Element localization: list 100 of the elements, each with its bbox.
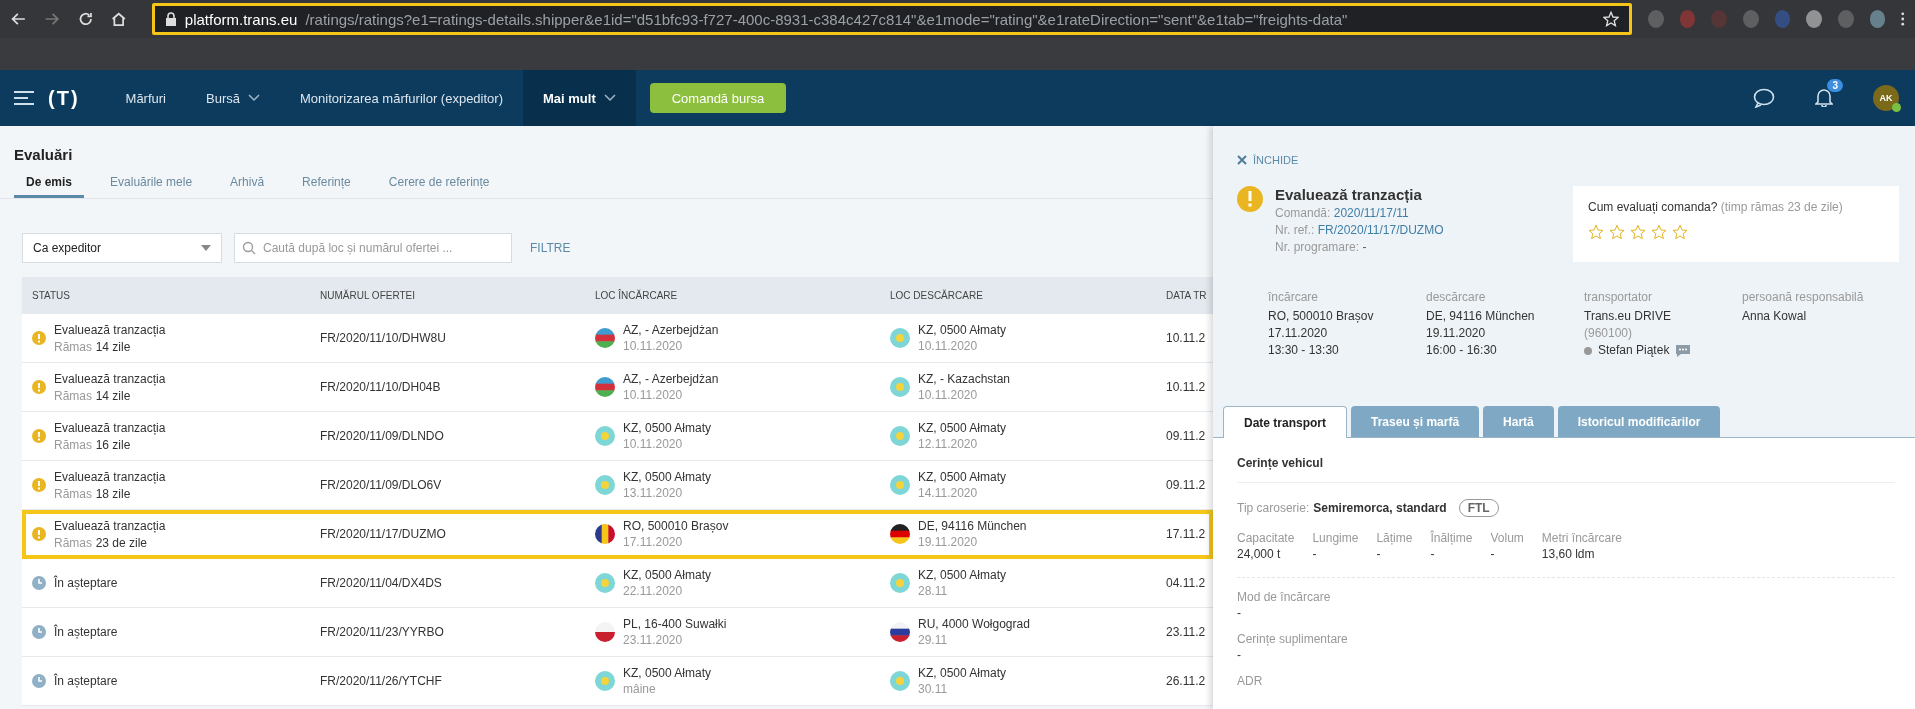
kebab-menu-icon[interactable] bbox=[1901, 11, 1905, 27]
star-icon[interactable] bbox=[1602, 11, 1619, 27]
nav-item[interactable]: Bursă bbox=[186, 70, 280, 126]
table-row[interactable]: Evaluează tranzacția Rămas 18 zile FR/2020/11/09/DLO6V KZ, 0500 Ałmaty 13.11.2020 KZ, 0500 Ałmaty 14.11.2020 09.11.2 bbox=[22, 461, 1213, 510]
place-text: RO, 500010 Brașov bbox=[623, 519, 729, 533]
detail-value: 16:00 - 16:30 bbox=[1426, 342, 1498, 359]
date-text: 09.11.2 bbox=[1166, 429, 1206, 443]
column-header[interactable]: NUMĂRUL OFERTEI bbox=[310, 290, 585, 301]
extension-icon[interactable] bbox=[1647, 10, 1664, 28]
logo[interactable]: (T) bbox=[48, 86, 80, 110]
panel-title: Evaluează tranzacția bbox=[1275, 186, 1423, 203]
extension-icon[interactable] bbox=[1742, 10, 1759, 28]
remaining-time: 18 zile bbox=[95, 486, 131, 501]
star-icon[interactable] bbox=[1588, 224, 1604, 240]
search-field[interactable]: Caută după loc și numărul ofertei ... bbox=[234, 233, 512, 263]
nav-item[interactable]: Mai mult bbox=[523, 70, 636, 126]
warning-icon bbox=[32, 478, 46, 492]
ref-link[interactable]: FR/2020/11/17/DUZMO bbox=[1317, 223, 1444, 237]
date-text: 10.11.2020 bbox=[623, 339, 684, 353]
flag-icon bbox=[595, 377, 615, 397]
ref-label: Nr. programare: bbox=[1275, 240, 1360, 254]
date-text: 23.11.2020 bbox=[623, 633, 684, 647]
date-text: 10.11.2020 bbox=[918, 388, 979, 402]
offer-number: FR/2020/11/09/DLNDO bbox=[320, 429, 444, 443]
detail-value: Anna Kowal bbox=[1742, 308, 1808, 325]
date-text: 09.11.2 bbox=[1166, 478, 1206, 492]
date-text: 10.11.2020 bbox=[623, 388, 684, 402]
lock-icon bbox=[164, 12, 177, 26]
date-text: 10.11.2 bbox=[1166, 380, 1206, 394]
date-text: 30.11 bbox=[918, 682, 949, 696]
menu-icon[interactable] bbox=[14, 91, 34, 105]
clock-icon bbox=[32, 625, 46, 639]
tab[interactable]: Cerere de referințe bbox=[376, 175, 502, 198]
detail-label: transportator bbox=[1584, 290, 1654, 304]
table-row[interactable]: Evaluează tranzacția Rămas 16 zile FR/2020/11/09/DLNDO KZ, 0500 Ałmaty 10.11.2020 KZ, 0500 Ałmaty 12.11.2020 09.11.2 bbox=[22, 412, 1213, 461]
table-row[interactable]: În așteptare FR/2020/11/26/YTCHF KZ, 0500 Ałmaty mâine KZ, 0500 Ałmaty 30.11 26.11.2 bbox=[22, 657, 1213, 706]
panel-tab[interactable]: Date transport bbox=[1223, 406, 1347, 438]
star-icon[interactable] bbox=[1672, 224, 1688, 240]
place-text: PL, 16-400 Suwałki bbox=[623, 617, 727, 631]
ref-label: Nr. ref.: bbox=[1275, 223, 1315, 237]
place-text: KZ, 0500 Ałmaty bbox=[623, 568, 712, 582]
column-header[interactable]: LOC DESCĂRCARE bbox=[880, 290, 1156, 301]
message-icon[interactable] bbox=[1675, 343, 1692, 358]
offer-number: FR/2020/11/10/DHW8U bbox=[320, 331, 446, 345]
table-row[interactable]: Evaluează tranzacția Rămas 14 zile FR/2020/11/10/DHW8U AZ, - Azerbejdżan 10.11.2020 KZ, 0500 Ałmaty 10.11.2020 10.11.2 bbox=[22, 314, 1213, 363]
table-row[interactable]: În așteptare FR/2020/11/04/DX4DS KZ, 0500 Ałmaty 22.11.2020 KZ, 0500 Ałmaty 28.11 04.11.2 bbox=[22, 559, 1213, 608]
remaining-time: 23 de zile bbox=[95, 535, 147, 550]
address-bar[interactable]: platform.trans.eu /ratings/ratings?e1=ratings-details.shipper&e1id="d51bfc93-f727-400c-8931-c384c427c814"&e1mode="rating"&e1rateDirection="sent"&e1tab="freights-data" bbox=[151, 3, 1632, 35]
offer-number: FR/2020/11/09/DLO6V bbox=[320, 478, 442, 492]
field-value: - bbox=[1237, 606, 1242, 620]
remaining-label: Rămas bbox=[54, 388, 92, 403]
detail-label: persoană responsabilă bbox=[1742, 290, 1865, 304]
nav-item[interactable]: Mărfuri bbox=[105, 70, 186, 126]
extension-icon[interactable] bbox=[1838, 10, 1854, 28]
bell-icon[interactable] bbox=[1815, 86, 1833, 107]
place-text: KZ, 0500 Ałmaty bbox=[918, 666, 1007, 680]
rating-hint: (timp rămas 23 de zile) bbox=[1720, 200, 1843, 214]
star-icon[interactable] bbox=[1609, 224, 1625, 240]
star-icon[interactable] bbox=[1630, 224, 1646, 240]
table-row[interactable]: Evaluează tranzacția Rămas 14 zile FR/2020/11/10/DH04B AZ, - Azerbejdżan 10.11.2020 KZ, - Kazachstan 10.11.2020 10.11.2 bbox=[22, 363, 1213, 412]
extension-icon[interactable] bbox=[1806, 10, 1823, 28]
column-header[interactable]: DATA TR bbox=[1156, 290, 1213, 301]
spec-label: Înălțime bbox=[1430, 531, 1473, 545]
flag-icon bbox=[595, 328, 615, 348]
place-text: KZ, 0500 Ałmaty bbox=[918, 470, 1007, 484]
tab[interactable]: Evaluările mele bbox=[98, 175, 205, 198]
chat-icon[interactable] bbox=[1753, 88, 1775, 108]
remaining-label: Rămas bbox=[54, 339, 92, 354]
flag-icon bbox=[890, 328, 910, 348]
tab[interactable]: Arhivă bbox=[218, 175, 277, 198]
place-text: KZ, - Kazachstan bbox=[918, 372, 1011, 386]
table-row[interactable]: În așteptare FR/2020/11/23/YYRBO PL, 16-400 Suwałki 23.11.2020 RU, 4000 Wołgograd 29.11 23.11.2 bbox=[22, 608, 1213, 657]
dropdown-caret-icon bbox=[201, 245, 211, 251]
flag-icon bbox=[595, 573, 615, 593]
ref-link[interactable]: 2020/11/17/11 bbox=[1333, 206, 1409, 220]
offer-number: FR/2020/11/04/DX4DS bbox=[320, 576, 442, 590]
spec-value: - bbox=[1430, 547, 1436, 561]
table-row[interactable]: Evaluează tranzacția Rămas 23 de zile FR/2020/11/17/DUZMO RO, 500010 Brașov 17.11.2020 DE, 94116 München 19.11.2020 17.11.2 bbox=[22, 510, 1213, 559]
date-text: 17.11.2020 bbox=[623, 535, 684, 549]
extension-icon[interactable] bbox=[1869, 10, 1886, 28]
url-domain: platform.trans.eu bbox=[184, 10, 298, 28]
detail-value: 13:30 - 13:30 bbox=[1268, 342, 1340, 359]
star-icon[interactable] bbox=[1651, 224, 1667, 240]
field-label: Cerințe suplimentare bbox=[1237, 632, 1349, 646]
flag-icon bbox=[890, 377, 910, 397]
status-text: Evaluează tranzacția bbox=[54, 420, 166, 435]
tab[interactable]: De emis bbox=[14, 175, 85, 198]
spec-label: Lățime bbox=[1376, 531, 1413, 545]
flag-icon bbox=[890, 671, 910, 691]
nav-item[interactable]: Monitorizarea mărfurilor (expeditor) bbox=[279, 70, 523, 126]
column-header[interactable]: STATUS bbox=[22, 290, 310, 301]
place-text: KZ, 0500 Ałmaty bbox=[623, 421, 712, 435]
user-avatar[interactable]: AK bbox=[1873, 85, 1899, 111]
warning-icon bbox=[32, 429, 46, 443]
online-status-dot bbox=[1892, 103, 1901, 112]
flag-icon bbox=[890, 426, 910, 446]
field-label: ADR bbox=[1237, 674, 1264, 688]
column-header[interactable]: LOC ÎNCĂRCARE bbox=[585, 290, 880, 301]
role-select[interactable]: Ca expeditor bbox=[22, 233, 222, 263]
status-text: Evaluează tranzacția bbox=[54, 322, 166, 337]
